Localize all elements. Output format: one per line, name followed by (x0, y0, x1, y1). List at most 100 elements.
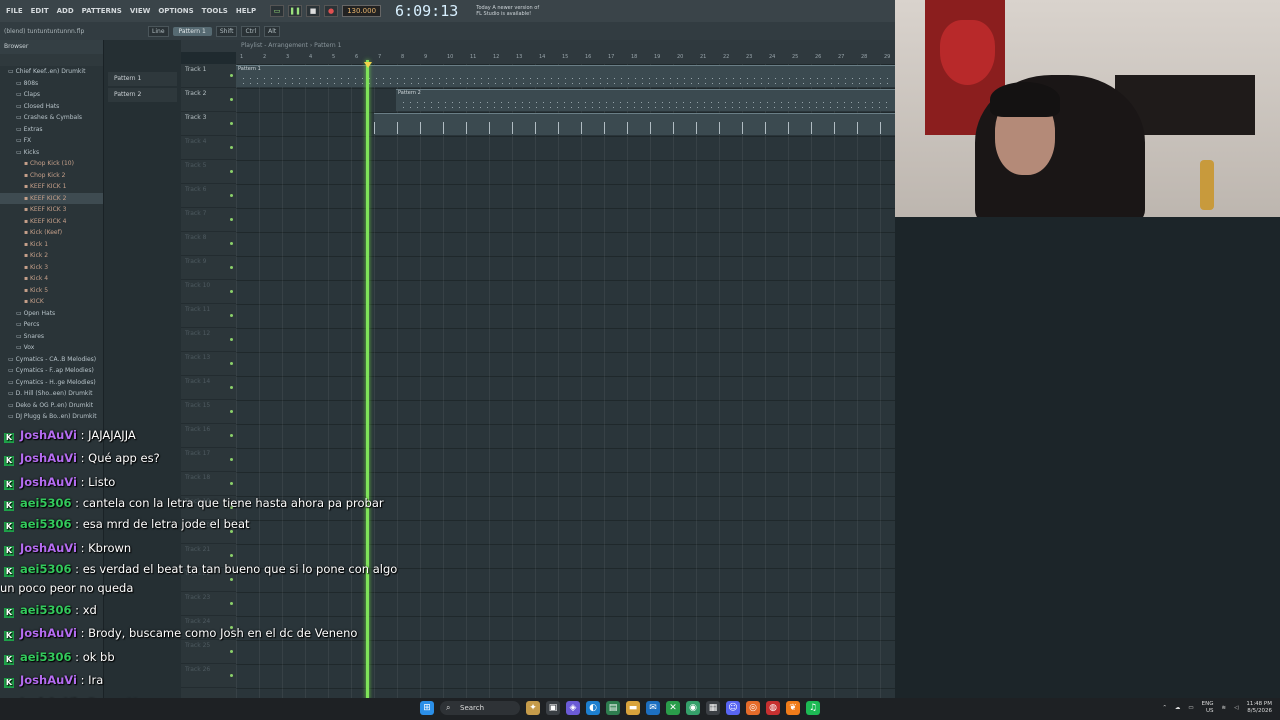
discord-icon[interactable]: ☺ (726, 701, 740, 715)
track-active-indicator[interactable] (230, 338, 233, 341)
browser-folder[interactable]: ▭ Crashes & Cymbals (0, 112, 103, 124)
picker-pattern-2[interactable]: Pattern 2 (108, 88, 177, 102)
tray-chevron-icon[interactable]: ⌃ (1162, 705, 1167, 711)
chrome-icon[interactable]: ◉ (686, 701, 700, 715)
track-active-indicator[interactable] (230, 362, 233, 365)
menu-edit[interactable]: EDIT (29, 7, 51, 15)
browser-folder[interactable]: ▭ Kicks (0, 147, 103, 159)
track-header[interactable]: Track 11 (181, 304, 236, 328)
edge-icon[interactable]: ◐ (586, 701, 600, 715)
task-view-icon[interactable]: ▣ (546, 701, 560, 715)
track-header[interactable]: Track 15 (181, 400, 236, 424)
ctrl-key[interactable]: Ctrl (241, 25, 261, 37)
track-header[interactable]: Track 4 (181, 136, 236, 160)
chat-username[interactable]: JoshAuVi (20, 626, 77, 640)
tempo-display[interactable]: 130.000 (342, 5, 382, 17)
track-active-indicator[interactable] (230, 410, 233, 413)
track-header[interactable]: Track 14 (181, 376, 236, 400)
stop-button[interactable]: ■ (306, 5, 321, 17)
clock[interactable]: 11:48 PM 8/5/2026 (1246, 701, 1272, 715)
browser-folder[interactable]: ▭ Cymatics - H..ge Melodies) (0, 377, 103, 389)
browser-folder[interactable]: ▭ Percs (0, 319, 103, 331)
picker-pattern-1[interactable]: Pattern 1 (108, 72, 177, 86)
app-icon[interactable]: ▦ (706, 701, 720, 715)
taskbar-search[interactable]: ⌕ Search (440, 701, 520, 715)
battery-icon[interactable]: ▭ (1188, 705, 1193, 711)
playlist-timeline[interactable]: 1 2 3 4 5 6 7 8 9 10 11 12 13 14 15 16 17 18 19 20 21 22 23 24 2… (236, 52, 895, 64)
browser-folder[interactable]: ▭ Claps (0, 89, 103, 101)
chat-username[interactable]: aei5306 (20, 517, 72, 531)
menu-options[interactable]: OPTIONS (156, 7, 195, 15)
windows-start-icon[interactable]: ⊞ (420, 701, 434, 715)
browser-folder[interactable]: ▭ DJ Plugg & Bo..en) Drumkit (0, 411, 103, 423)
app-red-icon[interactable]: ◍ (766, 701, 780, 715)
browser-sample[interactable]: ▪ KICK (0, 296, 103, 308)
browser-folder[interactable]: ▭ Closed Hats (0, 101, 103, 113)
mail-icon[interactable]: ✉ (646, 701, 660, 715)
browser-folder[interactable]: ▭ Open Hats (0, 308, 103, 320)
browser-sample[interactable]: ▪ KEEF KICK 2 (0, 192, 103, 204)
browser-folder[interactable]: ▭ Deko & OG P..en) Drumkit (0, 400, 103, 412)
chat-username[interactable]: aei5306 (20, 496, 72, 510)
store-icon[interactable]: ▤ (606, 701, 620, 715)
browser-sample[interactable]: ▪ KEEF KICK 4 (0, 216, 103, 228)
track-active-indicator[interactable] (230, 98, 233, 101)
playhead-marker[interactable] (364, 62, 372, 68)
menu-patterns[interactable]: PATTERNS (80, 7, 124, 15)
track-header[interactable]: Track 2 (181, 88, 236, 112)
copilot-icon[interactable]: ◈ (566, 701, 580, 715)
track-active-indicator[interactable] (230, 242, 233, 245)
chat-username[interactable]: aei5306 (20, 603, 72, 617)
chat-username[interactable]: JoshAuVi (20, 451, 77, 465)
track-active-indicator[interactable] (230, 218, 233, 221)
browser-sample[interactable]: ▪ Kick (Keef) (0, 227, 103, 239)
chat-username[interactable]: JoshAuVi (20, 475, 77, 489)
browser-sample[interactable]: ▪ Kick 3 (0, 262, 103, 274)
browser-folder[interactable]: ▭ Cymatics - CA..B Melodies) (0, 354, 103, 366)
menu-file[interactable]: FILE (4, 7, 25, 15)
browser-folder[interactable]: ▭ Snares (0, 331, 103, 343)
track-active-indicator[interactable] (230, 266, 233, 269)
alt-key[interactable]: Alt (264, 25, 281, 37)
track-active-indicator[interactable] (230, 386, 233, 389)
track-header[interactable]: Track 9 (181, 256, 236, 280)
track-header[interactable]: Track 7 (181, 208, 236, 232)
browser-folder[interactable]: ▭ Cymatics - F..ap Melodies) (0, 365, 103, 377)
track-active-indicator[interactable] (230, 170, 233, 173)
browser-sample[interactable]: ▪ Kick 1 (0, 239, 103, 251)
fl-studio-icon[interactable]: ❦ (786, 701, 800, 715)
track-header[interactable]: Track 12 (181, 328, 236, 352)
browser-sample[interactable]: ▪ Chop Kick 2 (0, 170, 103, 182)
browser-folder[interactable]: ▭ Vox (0, 342, 103, 354)
pause-button[interactable]: ❚❚ (288, 5, 303, 17)
browser-folder[interactable]: ▭ 808s (0, 78, 103, 90)
record-button[interactable]: ● (324, 5, 339, 17)
snap-select[interactable]: Line (148, 25, 169, 37)
browser-folder[interactable]: ▭ Chief Keef..en) Drumkit (0, 66, 103, 78)
browser-folder[interactable]: ▭ FX (0, 135, 103, 147)
pattern-song-toggle[interactable]: ▭ (270, 5, 285, 17)
chat-username[interactable]: JoshAuVi (20, 428, 77, 442)
track-header[interactable]: Track 6 (181, 184, 236, 208)
clip-track-1[interactable]: Pattern 1 (236, 65, 895, 87)
chat-username[interactable]: aei5306 (20, 650, 72, 664)
browser-folder[interactable]: ▭ D. Hill (Sho..een) Drumkit (0, 388, 103, 400)
pattern-selector[interactable]: Pattern 1 (172, 26, 212, 36)
track-active-indicator[interactable] (230, 146, 233, 149)
track-header[interactable]: Track 13 (181, 352, 236, 376)
track-active-indicator[interactable] (230, 122, 233, 125)
language-indicator[interactable]: ENG US (1202, 701, 1214, 715)
wifi-icon[interactable]: ≋ (1221, 705, 1226, 711)
track-active-indicator[interactable] (230, 194, 233, 197)
track-header[interactable]: Track 1 (181, 64, 236, 88)
menu-tools[interactable]: TOOLS (200, 7, 230, 15)
widgets-icon[interactable]: ✦ (526, 701, 540, 715)
track-active-indicator[interactable] (230, 314, 233, 317)
clip-track-3[interactable] (374, 113, 895, 135)
browser-sample[interactable]: ▪ Kick 2 (0, 250, 103, 262)
track-header[interactable]: Track 8 (181, 232, 236, 256)
update-notice[interactable]: Today A newer version of FL Studio is av… (476, 5, 539, 17)
shift-key[interactable]: Shift (215, 25, 238, 37)
browser-sample[interactable]: ▪ Chop Kick (10) (0, 158, 103, 170)
file-explorer-icon[interactable]: ▬ (626, 701, 640, 715)
